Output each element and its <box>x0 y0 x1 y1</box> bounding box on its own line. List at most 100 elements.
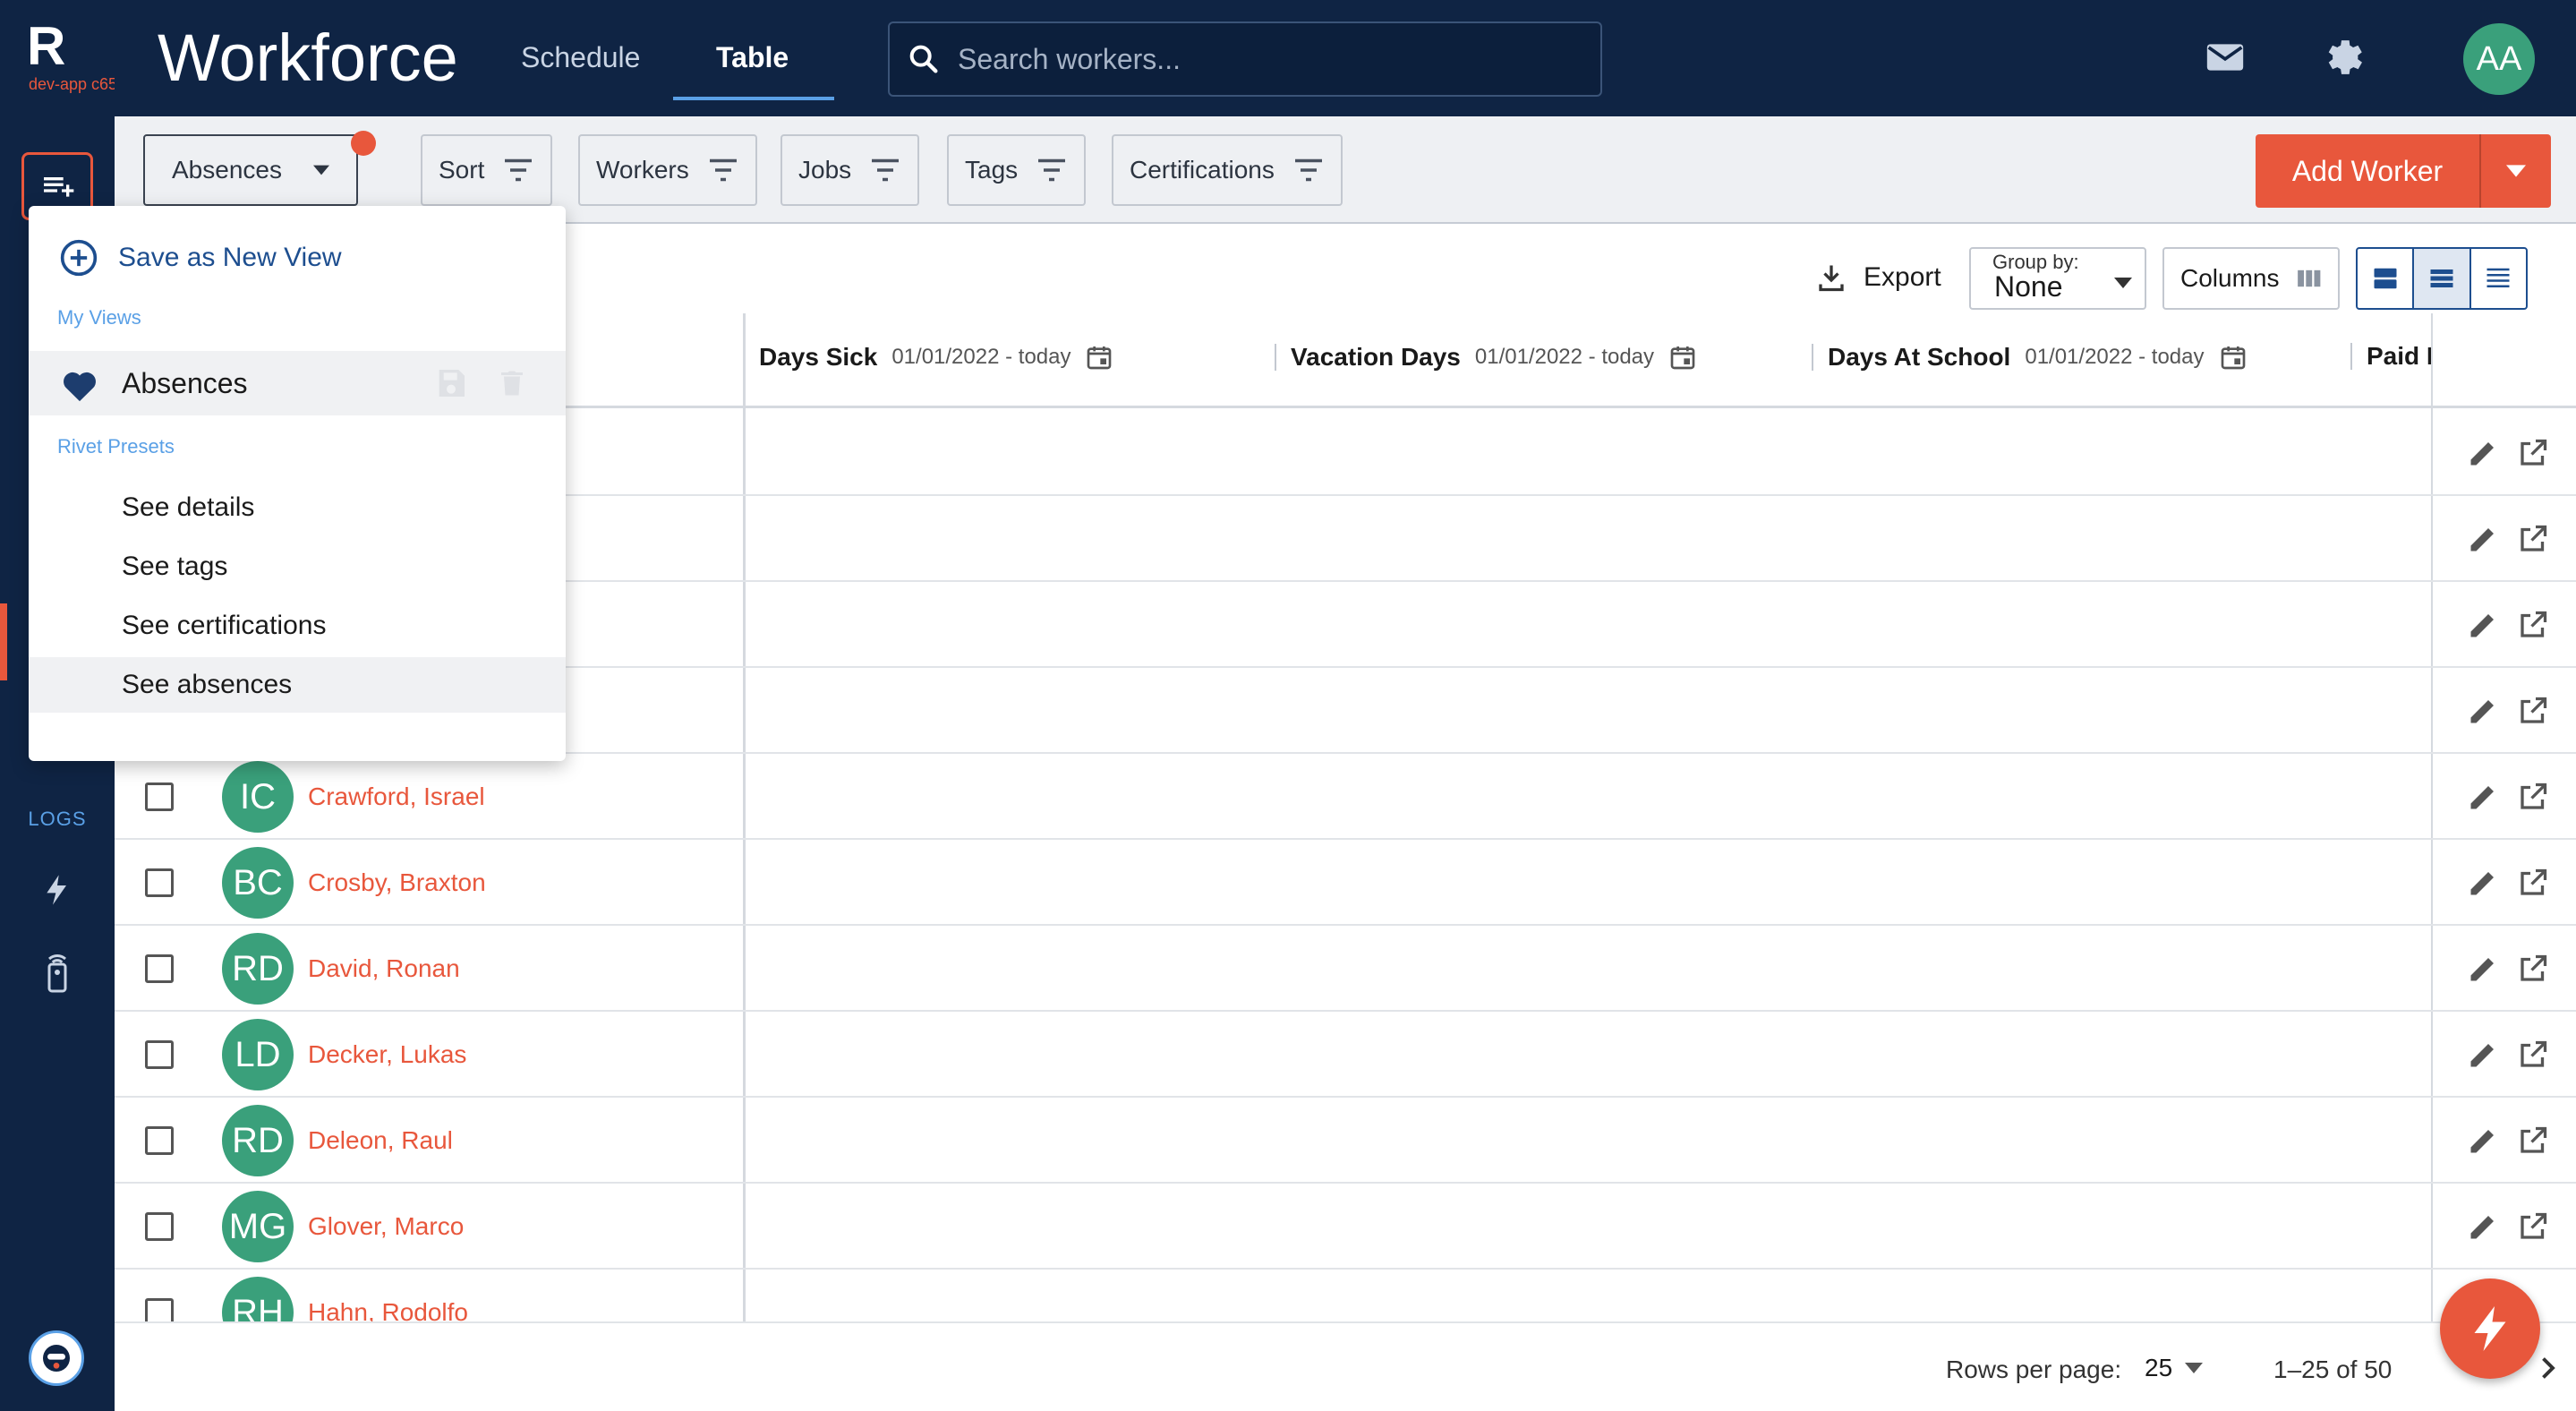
tab-table[interactable]: Table <box>716 39 789 75</box>
row-checkbox[interactable] <box>145 1298 174 1321</box>
worker-avatar: IC <box>222 761 294 833</box>
open-in-new-icon[interactable] <box>2517 523 2549 555</box>
export-button[interactable]: Export <box>1815 261 1941 294</box>
open-in-new-icon[interactable] <box>2517 1210 2549 1243</box>
pencil-icon[interactable] <box>2467 695 2499 727</box>
open-in-new-icon[interactable] <box>2517 1039 2549 1071</box>
density-toggle <box>2356 247 2528 310</box>
mail-icon[interactable] <box>2205 39 2245 80</box>
tab-schedule[interactable]: Schedule <box>521 39 640 75</box>
save-icon[interactable] <box>433 365 469 401</box>
pagination-range: 1–25 of 50 <box>2273 1355 2393 1383</box>
worker-name-link[interactable]: Decker, Lukas <box>308 1040 466 1069</box>
table-row[interactable]: RD David, Ronan <box>115 926 2576 1012</box>
row-checkbox[interactable] <box>145 868 174 897</box>
row-checkbox[interactable] <box>145 1040 174 1069</box>
column-header-days-at-school[interactable]: Days At School 01/01/2022 - today <box>1812 342 2248 372</box>
table-row[interactable]: MG Glover, Marco <box>115 1184 2576 1270</box>
density-comfortable-button[interactable] <box>2358 249 2412 308</box>
lightning-icon <box>2474 1306 2506 1351</box>
calendar-icon[interactable] <box>1668 342 1697 372</box>
search-input[interactable] <box>958 42 1566 76</box>
pencil-icon[interactable] <box>2467 1039 2499 1071</box>
add-worker-menu-toggle[interactable] <box>2481 165 2551 177</box>
pencil-icon[interactable] <box>2467 1125 2499 1157</box>
worker-name-link[interactable]: Deleon, Raul <box>308 1126 453 1155</box>
table-row[interactable]: LD Decker, Lukas <box>115 1012 2576 1098</box>
row-checkbox[interactable] <box>145 1126 174 1155</box>
my-views-heading: My Views <box>57 306 141 329</box>
calendar-icon[interactable] <box>1085 342 1113 372</box>
chevron-right-icon[interactable] <box>2531 1350 2563 1386</box>
open-in-new-icon[interactable] <box>2517 1125 2549 1157</box>
open-in-new-icon[interactable] <box>2517 867 2549 899</box>
column-divider <box>2350 343 2352 370</box>
trash-icon[interactable] <box>496 365 528 401</box>
column-name: Days Sick <box>759 343 878 371</box>
worker-name-link[interactable]: David, Ronan <box>308 954 460 983</box>
sort-button[interactable]: Sort <box>421 134 553 206</box>
pencil-icon[interactable] <box>2467 953 2499 985</box>
worker-name-link[interactable]: Glover, Marco <box>308 1212 464 1241</box>
row-checkbox[interactable] <box>145 954 174 983</box>
gear-icon[interactable] <box>2318 34 2365 85</box>
open-in-new-icon[interactable] <box>2517 695 2549 727</box>
quick-action-button[interactable] <box>2440 1278 2540 1379</box>
rows-per-page-select[interactable]: 25 <box>2145 1354 2204 1382</box>
view-selector[interactable]: Absences <box>143 131 376 206</box>
pencil-icon[interactable] <box>2467 437 2499 469</box>
calendar-icon[interactable] <box>2219 342 2248 372</box>
column-range: 01/01/2022 - today <box>2025 345 2205 369</box>
density-standard-button[interactable] <box>2412 249 2471 308</box>
open-in-new-icon[interactable] <box>2517 781 2549 813</box>
my-view-item-absences[interactable]: Absences <box>29 351 566 415</box>
worker-avatar: LD <box>222 1019 294 1090</box>
search-box[interactable] <box>888 21 1602 97</box>
app-title: Workforce <box>158 21 458 95</box>
pencil-icon[interactable] <box>2467 781 2499 813</box>
column-header-days-sick[interactable]: Days Sick 01/01/2022 - today <box>759 342 1113 372</box>
tags-filter-button[interactable]: Tags <box>947 134 1087 206</box>
open-in-new-icon[interactable] <box>2517 953 2549 985</box>
table-row[interactable]: RH Hahn, Rodolfo <box>115 1270 2576 1321</box>
preset-see-details[interactable]: See details <box>29 480 566 535</box>
save-as-new-view-item[interactable]: Save as New View <box>59 238 342 278</box>
open-in-new-icon[interactable] <box>2517 609 2549 641</box>
worker-name-link[interactable]: Hahn, Rodolfo <box>308 1298 468 1321</box>
worker-name-link[interactable]: Crawford, Israel <box>308 782 485 811</box>
column-header-paid[interactable]: Paid I <box>2350 342 2544 371</box>
preset-see-certifications[interactable]: See certifications <box>29 598 566 654</box>
filter-lines-icon <box>872 158 900 182</box>
remote-icon[interactable] <box>41 951 73 998</box>
table-row[interactable]: RD Deleon, Raul <box>115 1098 2576 1184</box>
density-compact-button[interactable] <box>2471 249 2526 308</box>
caret-down-icon <box>2506 165 2526 177</box>
column-header-vacation-days[interactable]: Vacation Days 01/01/2022 - today <box>1275 342 1697 372</box>
pencil-icon[interactable] <box>2467 867 2499 899</box>
user-avatar[interactable]: AA <box>2463 23 2535 95</box>
table-row[interactable]: IC Crawford, Israel <box>115 754 2576 840</box>
preset-see-tags[interactable]: See tags <box>29 539 566 594</box>
worker-avatar: MG <box>222 1191 294 1262</box>
row-checkbox[interactable] <box>145 1212 174 1241</box>
pencil-icon[interactable] <box>2467 1210 2499 1243</box>
row-checkbox[interactable] <box>145 782 174 811</box>
filter-lines-icon <box>1294 158 1322 182</box>
rivet-presets-heading: Rivet Presets <box>57 435 175 458</box>
pencil-icon[interactable] <box>2467 609 2499 641</box>
table-row[interactable]: BC Crosby, Braxton <box>115 840 2576 926</box>
columns-button[interactable]: Columns <box>2162 247 2340 310</box>
group-by-select[interactable]: Group by: None <box>1969 247 2146 310</box>
pencil-icon[interactable] <box>2467 523 2499 555</box>
jobs-filter-button[interactable]: Jobs <box>780 134 920 206</box>
open-in-new-icon[interactable] <box>2517 437 2549 469</box>
column-name: Paid I <box>2367 342 2434 370</box>
preset-see-absences[interactable]: See absences <box>29 657 566 713</box>
add-worker-button[interactable]: Add Worker <box>2256 134 2551 208</box>
worker-name-link[interactable]: Crosby, Braxton <box>308 868 486 897</box>
support-bot-avatar[interactable] <box>29 1330 84 1386</box>
certifications-filter-button[interactable]: Certifications <box>1112 134 1343 206</box>
workers-filter-button[interactable]: Workers <box>578 134 757 206</box>
workers-filter-label: Workers <box>596 156 689 184</box>
lightning-icon[interactable] <box>39 870 75 914</box>
